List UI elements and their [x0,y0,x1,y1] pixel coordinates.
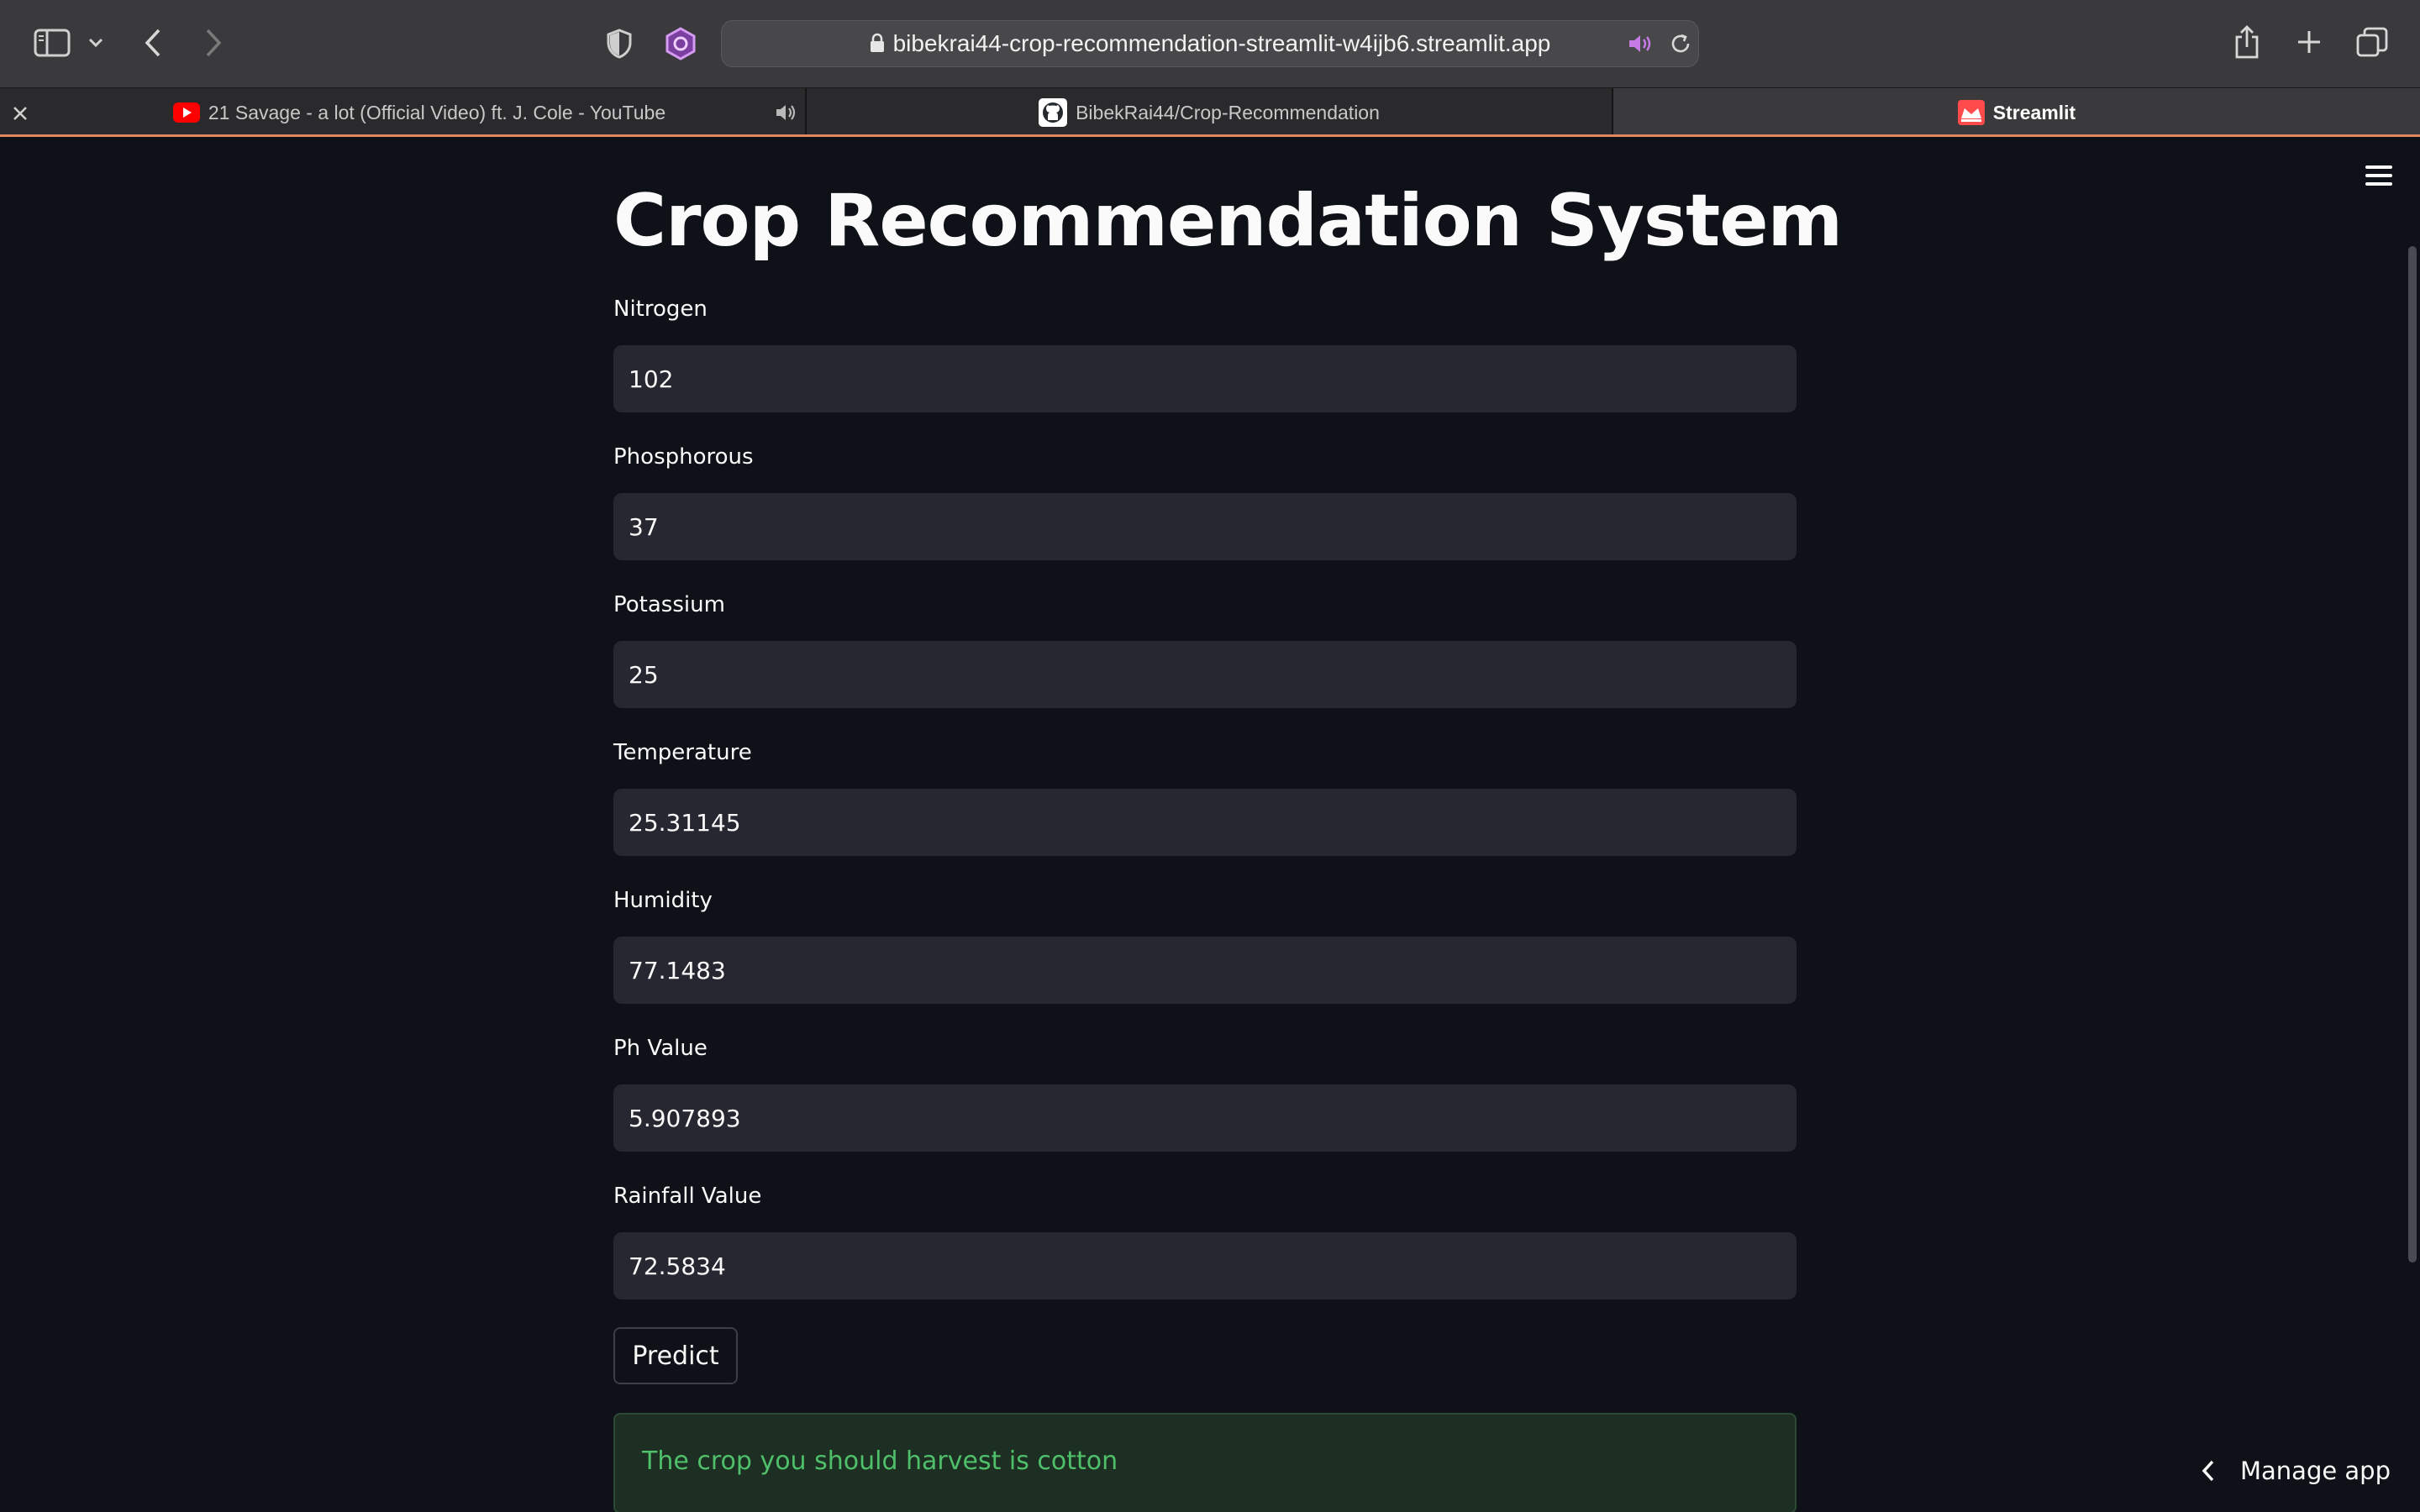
back-icon[interactable] [136,24,170,62]
streamlit-icon [1957,100,1985,125]
tab-github[interactable]: BibekRai44/Crop-Recommendation [807,88,1612,137]
forward-icon[interactable] [197,24,230,62]
speaker-icon[interactable] [775,102,798,123]
sidebar-toggle-icon[interactable] [30,25,74,60]
humidity-label: Humidity [613,888,713,913]
share-icon[interactable] [2228,22,2265,62]
extension-icon[interactable] [662,25,699,62]
audio-playing-icon[interactable] [1626,30,1655,57]
tab-overview-icon[interactable] [2353,24,2391,60]
predict-button[interactable]: Predict [613,1327,738,1384]
nitrogen-input[interactable] [613,345,1797,412]
manage-app-button[interactable]: Manage app [2185,1447,2403,1494]
result-text: The crop you should harvest is cotton [642,1446,1118,1476]
github-icon [1039,98,1068,127]
ph-value-label: Ph Value [613,1036,708,1061]
url-row[interactable]: bibekrai44-crop-recommendation-streamlit… [722,21,1698,66]
youtube-icon [172,102,200,123]
url-text: bibekrai44-crop-recommendation-streamlit… [892,30,1551,56]
rainfall-value-label: Rainfall Value [613,1184,762,1209]
tab-bar: 21 Savage - a lot (Official Video) ft. J… [0,87,2420,137]
streamlit-app: Crop Recommendation System Nitrogen Phos… [0,137,2420,1512]
ph-value-input[interactable] [613,1084,1797,1152]
tab-youtube[interactable]: 21 Savage - a lot (Official Video) ft. J… [34,88,805,137]
chevron-left-icon [2185,1447,2232,1494]
privacy-shield-icon[interactable] [602,25,637,62]
address-bar[interactable]: bibekrai44-crop-recommendation-streamlit… [721,20,1699,67]
potassium-input[interactable] [613,641,1797,708]
rainfall-value-input[interactable] [613,1232,1797,1299]
tab-label: 21 Savage - a lot (Official Video) ft. J… [208,101,666,123]
nitrogen-label: Nitrogen [613,297,708,322]
new-tab-icon[interactable] [2291,24,2328,60]
temperature-input[interactable] [613,789,1797,856]
tab-label: Streamlit [1992,101,2076,123]
close-tab-icon[interactable] [8,102,32,125]
phosphorous-label: Phosphorous [613,444,754,470]
scrollbar[interactable] [2408,246,2417,1263]
temperature-label: Temperature [613,740,752,765]
reload-icon[interactable] [1666,30,1695,57]
lock-icon [870,23,885,68]
main-menu-icon[interactable] [2363,165,2395,191]
browser-toolbar: bibekrai44-crop-recommendation-streamlit… [0,0,2420,87]
tab-streamlit[interactable]: Streamlit [1613,88,2420,137]
tab-label: BibekRai44/Crop-Recommendation [1076,101,1380,123]
phosphorous-input[interactable] [613,493,1797,560]
chevron-down-icon[interactable] [84,30,108,55]
success-alert: The crop you should harvest is cotton [613,1413,1797,1512]
page-title: Crop Recommendation System [613,179,1843,263]
manage-app-label: Manage app [2240,1457,2391,1485]
humidity-input[interactable] [613,937,1797,1004]
potassium-label: Potassium [613,592,725,617]
